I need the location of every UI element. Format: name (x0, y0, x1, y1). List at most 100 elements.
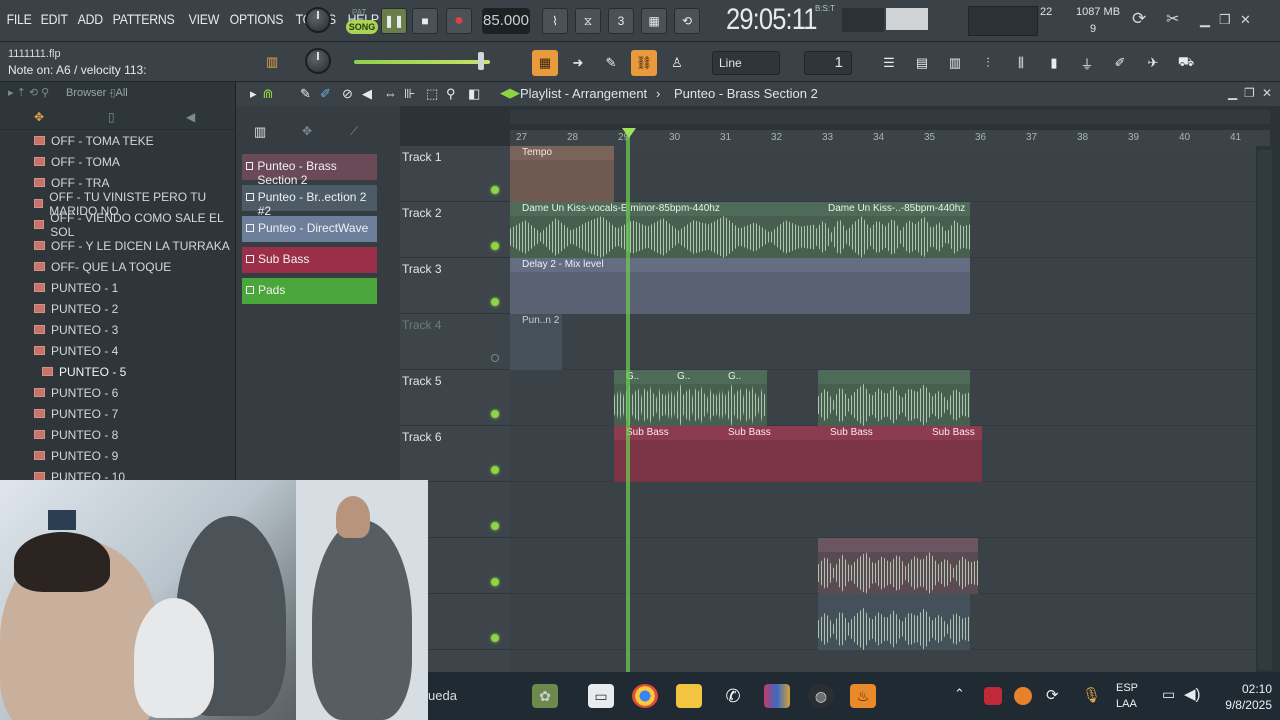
select-tool-icon[interactable]: ⬚ (426, 86, 438, 102)
snap-dropdown[interactable]: Line (712, 51, 780, 75)
pattern-clip[interactable] (818, 538, 978, 594)
refresh-icon[interactable]: ⟳ (1132, 9, 1146, 29)
master-volume-knob[interactable] (305, 48, 331, 74)
pause-button[interactable]: ❚❚ (381, 8, 407, 34)
winrar-icon[interactable] (764, 684, 790, 708)
track-mute-led[interactable] (491, 634, 499, 642)
pin-icon[interactable]: ✥ (34, 110, 44, 124)
g-audio-clip[interactable]: G.. (665, 370, 716, 426)
fx-button[interactable]: ✈ (1140, 50, 1166, 76)
paint-tool-icon[interactable]: ✐ (320, 86, 331, 102)
menu-patterns[interactable]: PATTERNS (110, 11, 177, 27)
vocals-audio-clip[interactable]: Dame Un Kiss-vocals-E minor-85bpm-440hz (510, 202, 816, 258)
taskbar-search[interactable]: ueda (428, 688, 457, 703)
arrow-tool-button[interactable]: ➜ (565, 50, 591, 76)
track-lane[interactable] (510, 146, 1256, 202)
browser-item[interactable]: OFF - Y LE DICEN LA TURRAKA (34, 235, 230, 256)
browser-nav-icons[interactable]: ▸ ⇡ ⟲ ⚲ (8, 86, 49, 99)
piano-lock-icon[interactable]: ▥ (266, 54, 278, 70)
playhead-line[interactable] (626, 130, 630, 672)
g-audio-clip[interactable]: G.. (614, 370, 665, 426)
obs-icon[interactable]: ◍ (808, 684, 834, 708)
file-explorer-icon[interactable] (676, 684, 702, 708)
master-volume-slider[interactable] (354, 60, 490, 64)
restore-icon[interactable]: ❐ (1219, 12, 1231, 28)
browser-item[interactable]: PUNTEO - 9 (34, 445, 118, 466)
browser-item[interactable]: OFF - VIENDO COMO SALE EL SOL (34, 211, 235, 239)
mute-tool-icon[interactable]: ◀ (362, 86, 372, 102)
track-mute-led[interactable] (491, 298, 499, 306)
countdown-button[interactable]: 3 (608, 8, 634, 34)
zoom-tool-icon[interactable]: ⚲ (446, 86, 456, 102)
menu-view[interactable]: VIEW (186, 11, 222, 27)
metronome-button[interactable]: ⌇ (542, 8, 568, 34)
stamp-button[interactable]: ♙ (664, 50, 690, 76)
browser-item[interactable]: OFF- QUE LA TOQUE (34, 256, 171, 277)
browser-item[interactable]: PUNTEO - 1 (34, 277, 118, 298)
browser-button[interactable]: ⫼ (1008, 50, 1034, 76)
wait-input-button[interactable]: ⧖ (575, 8, 601, 34)
track-header[interactable]: Track 2 (400, 202, 510, 258)
track-header[interactable]: Track 6 (400, 426, 510, 482)
track-header[interactable]: Track 4 (400, 314, 510, 370)
slice-tool-icon[interactable]: ⊪ (404, 86, 415, 102)
playlist-button[interactable]: ☰ (876, 50, 902, 76)
browser-item[interactable]: PUNTEO - 3 (34, 319, 118, 340)
menu-file[interactable]: FILE (4, 11, 34, 27)
task-view-icon[interactable]: ▭ (588, 684, 614, 708)
pattern-selector[interactable]: 1 (804, 51, 852, 75)
tray-app-orange-icon[interactable] (1014, 687, 1032, 705)
tray-app-red-icon[interactable] (984, 687, 1002, 705)
playback-tool-icon[interactable]: ◧ (468, 86, 480, 102)
browser-item[interactable]: OFF - TOMA (34, 151, 120, 172)
overview-strip[interactable] (510, 110, 1270, 124)
tempo-display[interactable]: 85.000 (482, 8, 530, 34)
playlist-vertical-scrollbar[interactable] (1258, 150, 1272, 670)
track-mute-led[interactable] (491, 522, 499, 530)
chrome-icon[interactable] (632, 684, 658, 708)
track-lane[interactable] (510, 482, 1256, 538)
track-mute-led[interactable] (491, 466, 499, 474)
master-volume-handle[interactable] (478, 52, 484, 70)
draw-tool-button[interactable]: ✎ (598, 50, 624, 76)
speaker-icon[interactable]: ◀ (186, 110, 195, 124)
vocals-audio-clip[interactable]: Dame Un Kiss-..-85bpm-440hz (816, 202, 970, 258)
track-mute-led[interactable] (491, 354, 499, 362)
track-header[interactable]: Track 5 (400, 370, 510, 426)
file-icon[interactable]: ▯ (108, 110, 115, 124)
master-pitch-knob[interactable] (305, 7, 331, 33)
tray-chevron-icon[interactable]: ⌃ (954, 686, 965, 702)
browser-item[interactable]: PUNTEO - 5 (42, 361, 126, 382)
language-code[interactable]: ESP (1116, 682, 1138, 694)
menu-options[interactable]: OPTIONS (227, 11, 286, 27)
sub-bass-pattern-clip[interactable]: Sub Bass (920, 426, 982, 482)
track-lane[interactable] (510, 650, 1256, 672)
plugin-database-button[interactable]: ⏚ (1074, 50, 1100, 76)
fl-studio-taskbar-icon[interactable]: ♨ (850, 684, 876, 708)
pencil-tool-icon[interactable]: ✎ (300, 86, 311, 102)
close-icon[interactable]: ✕ (1240, 12, 1251, 28)
browser-item[interactable]: PUNTEO - 2 (34, 298, 118, 319)
browser-file-icon[interactable]: ▯ (110, 86, 116, 99)
tray-sync-icon[interactable]: ⟳ (1046, 686, 1059, 704)
track-mute-led[interactable] (491, 410, 499, 418)
tools-icon[interactable]: ✂ (1166, 9, 1179, 29)
punteo-pattern-clip[interactable]: Pun..n 2 (510, 314, 562, 370)
minimize-icon[interactable]: ▁ (1200, 12, 1210, 28)
playlist-tool-icons[interactable]: ▸⋒ (250, 86, 279, 102)
stop-button[interactable]: ■ (412, 8, 438, 34)
menu-add[interactable]: ADD (75, 11, 106, 27)
tempo-automation-clip[interactable]: Tempo (510, 146, 614, 202)
track-mute-led[interactable] (491, 242, 499, 250)
pat-song-toggle[interactable]: PAT SONG (346, 8, 378, 34)
pattern-clip[interactable] (818, 594, 970, 650)
track-mute-led[interactable] (491, 186, 499, 194)
delay-automation-clip[interactable]: Delay 2 - Mix level (510, 258, 970, 314)
slip-tool-icon[interactable]: ⇔ (384, 86, 397, 101)
browser-item[interactable]: PUNTEO - 6 (34, 382, 118, 403)
track-header[interactable]: Track 3 (400, 258, 510, 314)
typing-keyboard-button[interactable]: ▦ (532, 50, 558, 76)
network-icon[interactable]: ▭ (1162, 686, 1175, 703)
volume-icon[interactable]: ◀) (1184, 685, 1201, 703)
track-lanes[interactable]: Tempo Dame Un Kiss-vocals-E minor-85bpm-4… (510, 146, 1256, 672)
